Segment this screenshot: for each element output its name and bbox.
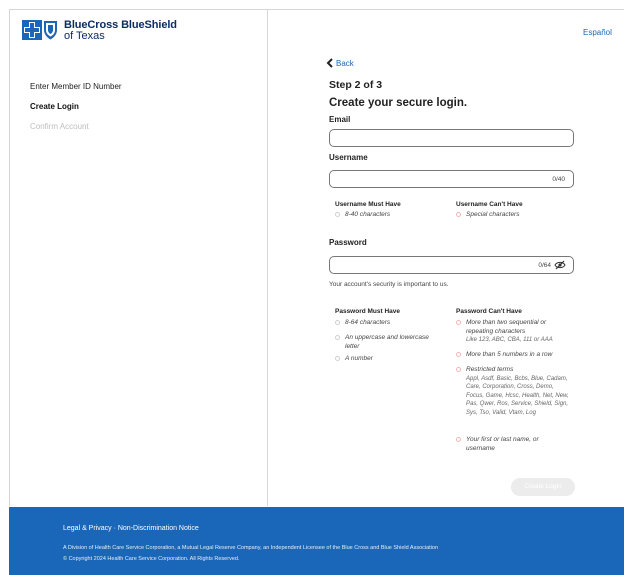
column-divider bbox=[267, 9, 268, 506]
cross-shield-icon bbox=[22, 20, 57, 40]
language-link[interactable]: Español bbox=[583, 28, 612, 37]
eye-slash-icon[interactable] bbox=[554, 260, 566, 272]
step-confirm-account: Confirm Account bbox=[30, 122, 89, 131]
username-rule-length: 8-40 characters bbox=[335, 211, 390, 220]
page-title: Create your secure login. bbox=[329, 97, 468, 109]
create-login-button[interactable]: Create Login bbox=[511, 478, 575, 496]
back-link[interactable]: Back bbox=[326, 58, 354, 68]
footer: Legal & Privacy · Non-Discrimination Not… bbox=[9, 507, 624, 575]
footer-links[interactable]: Legal & Privacy · Non-Discrimination Not… bbox=[63, 525, 199, 532]
back-label: Back bbox=[336, 58, 354, 68]
password-rule-number: A number bbox=[335, 355, 373, 364]
username-rule-special: Special characters bbox=[456, 211, 519, 220]
password-rule-length: 8-64 characters bbox=[335, 319, 390, 328]
step-list: Enter Member ID Number Create Login Conf… bbox=[30, 82, 122, 142]
password-rule-numbers: More than 5 numbers in a row bbox=[456, 351, 552, 360]
footer-copyright: © Copyright 2024 Health Care Service Cor… bbox=[63, 556, 240, 562]
username-field[interactable]: 0/40 bbox=[329, 170, 574, 188]
email-label: Email bbox=[329, 115, 351, 124]
password-rule-name: Your first or last name, or username bbox=[456, 436, 556, 453]
brand-region: of Texas bbox=[64, 30, 105, 42]
password-rule-case: An uppercase and lowercase letter bbox=[335, 334, 435, 351]
security-note: Your account's security is important to … bbox=[329, 281, 449, 288]
password-cant-title: Password Can't Have bbox=[456, 308, 522, 315]
password-label: Password bbox=[329, 238, 367, 247]
email-field[interactable] bbox=[329, 129, 574, 147]
username-label: Username bbox=[329, 153, 368, 162]
password-must-title: Password Must Have bbox=[335, 308, 401, 315]
password-counter: 0/64 bbox=[538, 262, 551, 269]
bcbs-logo[interactable]: BlueCross BlueShield of Texas bbox=[22, 20, 177, 42]
footer-disclaimer: A Division of Health Care Service Corpor… bbox=[63, 545, 439, 551]
step-indicator: Step 2 of 3 bbox=[329, 79, 383, 91]
username-must-title: Username Must Have bbox=[335, 201, 401, 208]
step-enter-member-id: Enter Member ID Number bbox=[30, 82, 122, 91]
password-rule-sequential: More than two sequential or repeating ch… bbox=[456, 319, 568, 345]
password-rule-restricted: Restricted terms Appl, Asdf, Basic, Bcbs,… bbox=[456, 366, 571, 417]
username-cant-title: Username Can't Have bbox=[456, 201, 523, 208]
username-counter: 0/40 bbox=[552, 176, 565, 183]
chevron-left-icon bbox=[326, 58, 333, 68]
password-field[interactable]: 0/64 bbox=[329, 256, 574, 274]
step-create-login: Create Login bbox=[30, 102, 79, 111]
